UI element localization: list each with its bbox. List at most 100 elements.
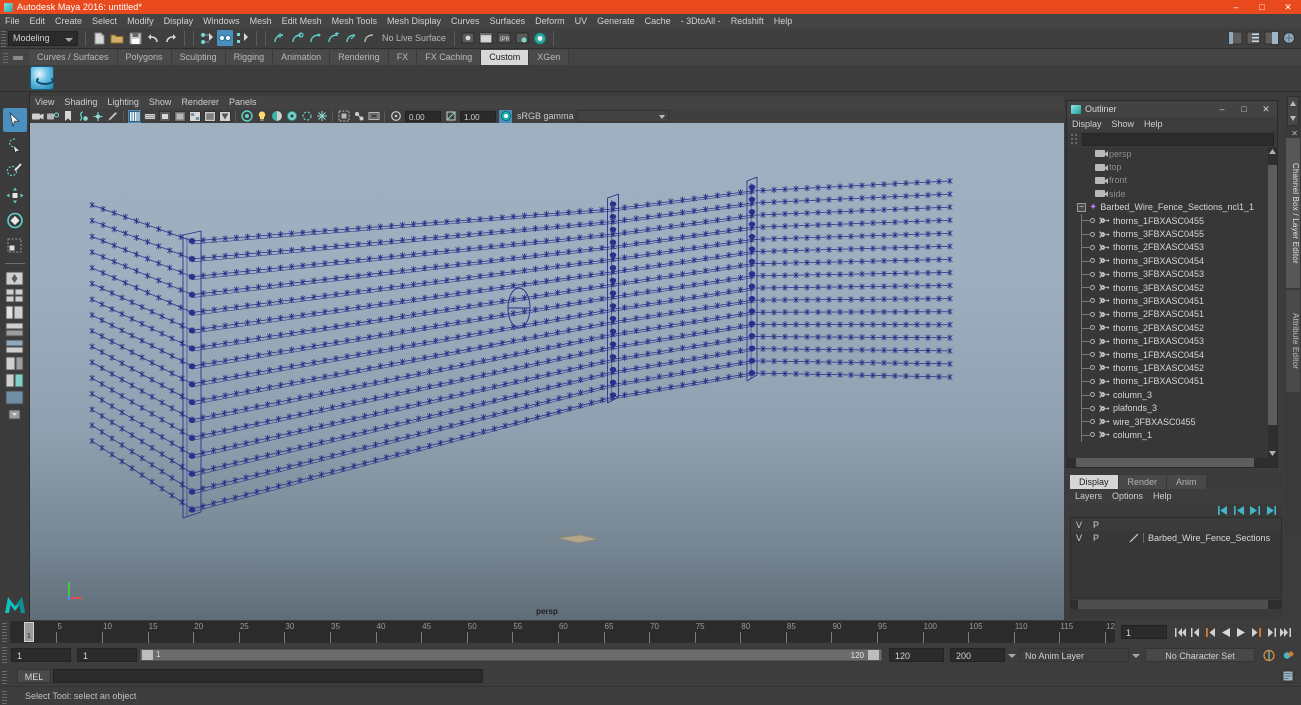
outliner-item-thorns_1FBXASC0451[interactable]: thorns_1FBXASC0451 (1067, 374, 1277, 390)
play-forwards-icon[interactable] (1233, 625, 1248, 640)
menu-item-redshift[interactable]: Redshift (726, 14, 769, 28)
wireframe-shading-icon[interactable] (128, 109, 141, 123)
outliner-item-thorns_2FBXASC0453[interactable]: thorns_2FBXASC0453 (1067, 240, 1277, 256)
outliner-menu-show[interactable]: Show (1107, 117, 1140, 131)
anim-start-field[interactable]: 1 (11, 648, 71, 662)
close-button[interactable]: ✕ (1275, 0, 1301, 14)
shaded-flat-icon[interactable] (158, 110, 171, 123)
multisample-aa-icon[interactable] (315, 110, 328, 123)
range-right-handle[interactable] (868, 650, 879, 660)
go-to-end-icon[interactable] (1278, 625, 1293, 640)
outliner-menu-help[interactable]: Help (1139, 117, 1168, 131)
undo-icon[interactable] (145, 30, 161, 46)
hardware-texturing-icon[interactable] (240, 110, 253, 123)
layer-first-icon[interactable] (1217, 505, 1229, 516)
viewport-menu-panels[interactable]: Panels (224, 96, 262, 109)
layer-editor-hscrollbar[interactable] (1070, 600, 1282, 609)
outliner-close-button[interactable]: ✕ (1255, 101, 1277, 117)
current-frame-field[interactable]: 1 (1121, 625, 1167, 639)
menu-set-selector[interactable]: Modeling (8, 30, 78, 46)
color-management-toggle-icon[interactable] (499, 109, 512, 123)
layout-persp-outliner-icon[interactable] (4, 355, 26, 371)
auto-keyframe-icon[interactable] (1261, 648, 1276, 663)
two-d-pan-zoom-icon[interactable] (91, 110, 104, 123)
exposure-value-field[interactable]: 0.00 (405, 110, 441, 122)
new-scene-icon[interactable] (91, 30, 107, 46)
save-scene-icon[interactable] (127, 30, 143, 46)
menu-item-generate[interactable]: Generate (592, 14, 640, 28)
layer-color-swatch-icon[interactable] (1129, 533, 1141, 543)
outliner-vertical-scrollbar[interactable] (1268, 147, 1277, 458)
layer-editor-menu-options[interactable]: Options (1107, 489, 1148, 503)
menu-item-uv[interactable]: UV (570, 14, 593, 28)
sidebar-toggle-channel-box-icon[interactable] (1263, 30, 1279, 46)
xray-mode-icon[interactable] (218, 110, 231, 123)
perspective-viewport[interactable]: persp (30, 123, 1064, 620)
command-input[interactable] (53, 669, 483, 683)
step-back-key-icon[interactable] (1188, 625, 1203, 640)
smooth-shade-all-icon[interactable] (143, 110, 156, 123)
snap-to-projected-center-icon[interactable] (325, 30, 341, 46)
time-slider-grip[interactable] (2, 622, 7, 642)
layer-editor-hscroll-thumb[interactable] (1078, 600, 1268, 609)
layout-single-perspective-icon[interactable] (4, 270, 26, 286)
anim-layer-caret-icon[interactable] (1129, 648, 1141, 662)
layer-next-icon[interactable] (1249, 505, 1261, 516)
script-language-button[interactable]: MEL (17, 669, 51, 683)
go-to-start-icon[interactable] (1173, 625, 1188, 640)
use-default-material-icon[interactable] (203, 110, 216, 123)
layer-editor-tab-display[interactable]: Display (1070, 475, 1118, 489)
animation-preferences-icon[interactable] (1280, 648, 1295, 663)
layer-playback-toggle[interactable]: P (1087, 533, 1105, 543)
outliner-item-column_1[interactable]: column_1 (1067, 428, 1277, 443)
render-settings-icon[interactable] (514, 30, 530, 46)
range-left-handle[interactable] (142, 650, 153, 660)
help-line-grip[interactable] (2, 688, 7, 704)
outliner-filter-icon[interactable] (1070, 133, 1079, 145)
snap-to-point-icon[interactable] (307, 30, 323, 46)
range-end-field[interactable]: 120 (889, 648, 944, 662)
sidebar-toggle-attribute-editor-icon[interactable] (1227, 30, 1243, 46)
command-line-grip[interactable] (2, 668, 7, 684)
range-slider-track[interactable]: 1 120 (139, 648, 883, 662)
color-profile-dropdown[interactable] (576, 110, 669, 122)
outliner-maximize-button[interactable]: □ (1233, 101, 1255, 117)
shelf-tab-animation[interactable]: Animation (273, 50, 331, 65)
outliner-item-thorns_1FBXASC0455[interactable]: thorns_1FBXASC0455 (1067, 213, 1277, 229)
viewport-menu-renderer[interactable]: Renderer (176, 96, 224, 109)
outliner-horizontal-scrollbar[interactable] (1067, 458, 1277, 467)
dock-close-icon[interactable]: ✕ (1291, 129, 1298, 138)
shelf-tab-fx-caching[interactable]: FX Caching (417, 50, 482, 65)
outliner-item-column_3[interactable]: column_3 (1067, 388, 1277, 403)
view-gate-icon[interactable] (367, 110, 380, 123)
viewport-menu-show[interactable]: Show (144, 96, 177, 109)
menu-item-display[interactable]: Display (159, 14, 199, 28)
character-set-dropdown[interactable]: No Character Set (1145, 648, 1255, 662)
layer-row[interactable]: V P Barbed_Wire_Fence_Sections (1071, 531, 1281, 544)
scroll-up-arrow-icon[interactable] (1268, 147, 1277, 156)
collapse-toggle-icon[interactable]: − (1077, 202, 1086, 212)
menu-item-help[interactable]: Help (769, 14, 798, 28)
outliner-item-thorns_1FBXASC0454[interactable]: thorns_1FBXASC0454 (1067, 347, 1277, 363)
shelf-tab-polygons[interactable]: Polygons (117, 50, 172, 65)
make-live-icon[interactable] (361, 30, 377, 46)
render-current-frame-icon[interactable] (460, 30, 476, 46)
isolate-select-icon[interactable] (337, 110, 350, 123)
sidebar-toggle-tool-settings-icon[interactable] (1245, 30, 1261, 46)
anim-end-field[interactable]: 200 (950, 648, 1005, 662)
menu-item-curves[interactable]: Curves (446, 14, 485, 28)
select-by-component-type-icon[interactable] (235, 30, 251, 46)
layer-name[interactable]: Barbed_Wire_Fence_Sections (1143, 532, 1270, 543)
layout-outliner-persp-icon[interactable] (4, 304, 26, 320)
menu-item-select[interactable]: Select (87, 14, 122, 28)
snap-to-grid-icon[interactable] (271, 30, 287, 46)
anim-layer-dropdown[interactable]: No Anim Layer (1019, 648, 1129, 662)
outliner-menu-display[interactable]: Display (1067, 117, 1107, 131)
play-backwards-icon[interactable] (1218, 625, 1233, 640)
gamma-icon[interactable] (444, 110, 457, 123)
snap-to-view-planes-icon[interactable] (343, 30, 359, 46)
textured-mode-icon[interactable] (188, 110, 201, 123)
grease-pencil-icon[interactable] (106, 110, 119, 123)
outliner-item-root[interactable]: − ✦ Barbed_Wire_Fence_Sections_ncl1_1 (1067, 201, 1277, 214)
outliner-item-thorns_3FBXASC0453[interactable]: thorns_3FBXASC0453 (1067, 267, 1277, 282)
